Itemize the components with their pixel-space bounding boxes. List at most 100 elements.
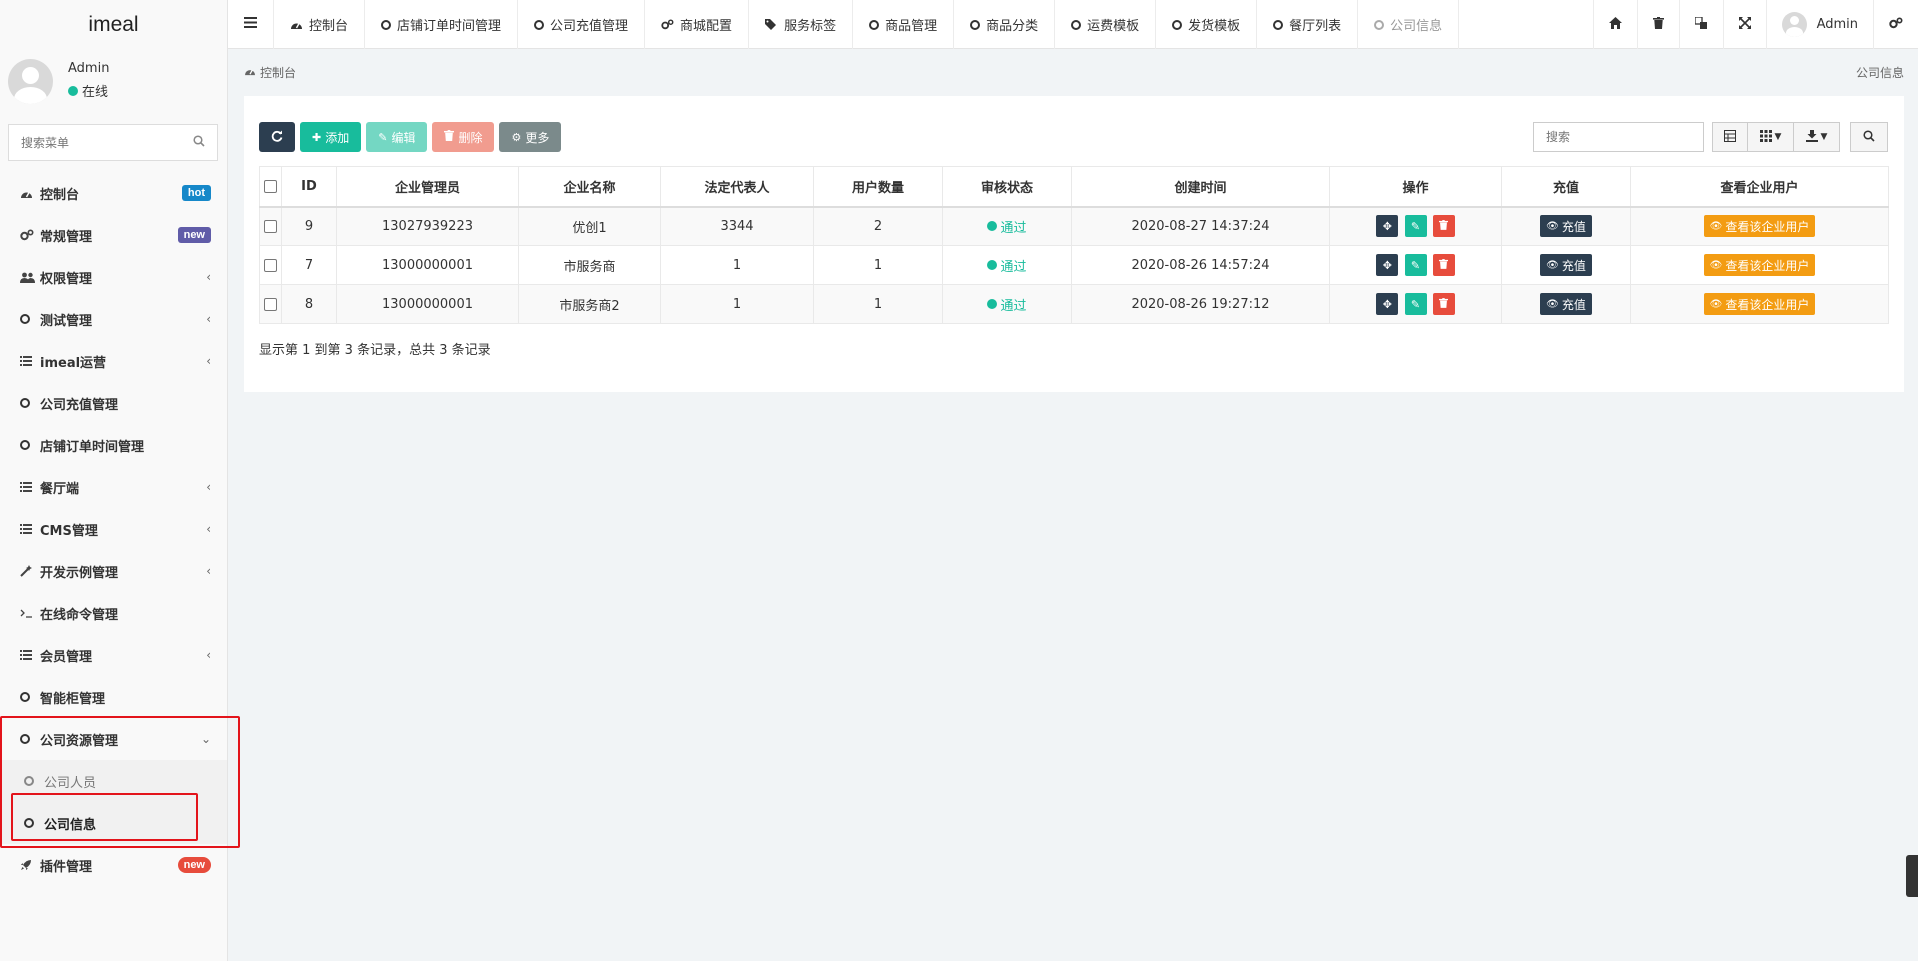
- status-badge[interactable]: 通过: [987, 256, 1027, 275]
- admin-menu[interactable]: Admin: [1765, 0, 1873, 49]
- col-admin[interactable]: 企业管理员: [336, 166, 519, 208]
- side-drawer-handle[interactable]: [1906, 855, 1918, 897]
- col-id[interactable]: ID: [281, 166, 337, 208]
- row-select-cell: [259, 245, 282, 285]
- tab-company-info[interactable]: 公司信息: [1358, 0, 1460, 49]
- tab-product-category[interactable]: 商品分类: [954, 0, 1056, 49]
- pencil-icon: ✎: [378, 130, 388, 144]
- sidebar-item-company-recharge[interactable]: 公司充值管理: [0, 382, 227, 424]
- drag-sort-button[interactable]: ✥: [1376, 293, 1399, 315]
- rocket-icon: [20, 859, 40, 871]
- search-icon[interactable]: [193, 134, 205, 151]
- clear-cache-button[interactable]: [1636, 0, 1679, 49]
- status-badge[interactable]: 通过: [987, 295, 1027, 314]
- export-dropdown[interactable]: ▼: [1794, 122, 1840, 152]
- sidebar-item-dev-examples[interactable]: 开发示例管理 ‹: [0, 550, 227, 592]
- user-avatar: [8, 59, 53, 104]
- fullscreen-button[interactable]: [1722, 0, 1766, 49]
- table-search[interactable]: [1533, 122, 1704, 152]
- tab-shipping-template[interactable]: 运费模板: [1055, 0, 1157, 49]
- tab-product-management[interactable]: 商品管理: [853, 0, 955, 49]
- tab-restaurant-list[interactable]: 餐厅列表: [1257, 0, 1359, 49]
- toggle-view-button[interactable]: [1712, 122, 1748, 152]
- tab-shop-order-time[interactable]: 店铺订单时间管理: [365, 0, 519, 49]
- sidebar-item-imeal-ops[interactable]: imeal运营 ‹: [0, 340, 227, 382]
- columns-dropdown[interactable]: ▼: [1748, 122, 1794, 152]
- circle-icon: [20, 692, 40, 702]
- row-checkbox[interactable]: [264, 219, 277, 233]
- col-review-status[interactable]: 审核状态: [942, 166, 1072, 208]
- sidebar-item-smart-cabinet[interactable]: 智能柜管理: [0, 676, 227, 718]
- hamburger-icon[interactable]: [244, 17, 257, 32]
- edit-button[interactable]: ✎ 编辑: [366, 122, 428, 152]
- recharge-button[interactable]: 👁 充值: [1540, 254, 1592, 276]
- delete-button[interactable]: 删除: [432, 122, 495, 152]
- cogs-icon[interactable]: [1889, 16, 1903, 33]
- delete-row-button[interactable]: [1432, 293, 1455, 315]
- sidebar-item-shop-order-time[interactable]: 店铺订单时间管理: [0, 424, 227, 466]
- delete-row-button[interactable]: [1432, 254, 1455, 276]
- sidebar-item-permissions[interactable]: 权限管理 ‹: [0, 256, 227, 298]
- tab-service-tags[interactable]: 服务标签: [749, 0, 854, 49]
- sidebar-item-members[interactable]: 会员管理 ‹: [0, 634, 227, 676]
- view-company-users-button[interactable]: 👁 查看该企业用户: [1703, 215, 1816, 238]
- col-company-name[interactable]: 企业名称: [518, 166, 661, 208]
- list-icon: [20, 650, 40, 660]
- sidebar-item-general[interactable]: 常规管理 new: [0, 214, 227, 256]
- cell-recharge: 👁 充值: [1501, 284, 1631, 324]
- app-logo[interactable]: imeal: [0, 0, 227, 49]
- menu-search[interactable]: [8, 124, 218, 161]
- view-company-users-button[interactable]: 👁 查看该企业用户: [1703, 293, 1816, 315]
- edit-row-button[interactable]: ✎: [1404, 254, 1427, 276]
- row-checkbox[interactable]: [264, 258, 277, 272]
- sidebar-item-online-command[interactable]: 在线命令管理: [0, 592, 227, 634]
- select-all-checkbox[interactable]: [264, 179, 277, 193]
- more-button[interactable]: ⚙ 更多: [499, 122, 562, 152]
- top-nav-right: Admin: [1592, 0, 1918, 49]
- cell-status: 通过: [942, 245, 1072, 285]
- edit-row-button[interactable]: ✎: [1404, 293, 1427, 315]
- sidebar-item-dashboard[interactable]: 控制台 hot: [0, 172, 227, 214]
- breadcrumb-link[interactable]: 控制台: [260, 64, 296, 81]
- dashboard-icon: [290, 19, 303, 30]
- recharge-button[interactable]: 👁 充值: [1540, 293, 1592, 315]
- cell-legal-rep: 3344: [660, 206, 814, 246]
- sidebar-item-company-staff[interactable]: 公司人员: [0, 760, 227, 802]
- home-icon[interactable]: [1608, 16, 1622, 33]
- add-button[interactable]: ✚ 添加: [300, 122, 362, 152]
- view-company-users-button[interactable]: 👁 查看该企业用户: [1703, 254, 1816, 276]
- sidebar-item-company-info[interactable]: 公司信息: [0, 802, 227, 844]
- trash-icon: [444, 130, 455, 144]
- menu-toggle-button[interactable]: [228, 0, 274, 49]
- trash-icon[interactable]: [1652, 16, 1664, 33]
- status-badge[interactable]: 通过: [987, 217, 1027, 236]
- tab-dashboard[interactable]: 控制台: [274, 0, 366, 49]
- drag-sort-button[interactable]: ✥: [1376, 254, 1399, 276]
- table-search-input[interactable]: [1546, 130, 1691, 144]
- edit-row-button[interactable]: ✎: [1404, 215, 1427, 238]
- col-legal-rep[interactable]: 法定代表人: [660, 166, 814, 208]
- home-button[interactable]: [1592, 0, 1637, 49]
- col-created-time[interactable]: 创建时间: [1071, 166, 1330, 208]
- drag-sort-button[interactable]: ✥: [1376, 215, 1399, 238]
- tab-delivery-template[interactable]: 发货模板: [1156, 0, 1258, 49]
- col-user-count[interactable]: 用户数量: [813, 166, 943, 208]
- expand-icon[interactable]: [1738, 16, 1751, 33]
- tab-mall-config[interactable]: 商城配置: [645, 0, 750, 49]
- advanced-search-button[interactable]: [1850, 122, 1888, 152]
- row-checkbox[interactable]: [264, 297, 277, 311]
- sidebar-item-restaurant[interactable]: 餐厅端 ‹: [0, 466, 227, 508]
- settings-button[interactable]: [1873, 0, 1918, 49]
- recharge-button[interactable]: 👁 充值: [1540, 215, 1592, 238]
- refresh-button[interactable]: [259, 122, 295, 152]
- tab-company-recharge[interactable]: 公司充值管理: [518, 0, 646, 49]
- sidebar-item-plugins[interactable]: 插件管理 new: [0, 844, 227, 886]
- sidebar-item-cms[interactable]: CMS管理 ‹: [0, 508, 227, 550]
- language-icon[interactable]: [1693, 15, 1708, 33]
- menu-search-input[interactable]: [21, 135, 193, 150]
- sidebar-item-company-resources[interactable]: 公司资源管理 ⌄: [0, 718, 227, 760]
- sidebar-item-testing[interactable]: 测试管理 ‹: [0, 298, 227, 340]
- language-button[interactable]: [1678, 0, 1723, 49]
- chevron-left-icon: ‹: [206, 354, 211, 368]
- delete-row-button[interactable]: [1432, 215, 1455, 238]
